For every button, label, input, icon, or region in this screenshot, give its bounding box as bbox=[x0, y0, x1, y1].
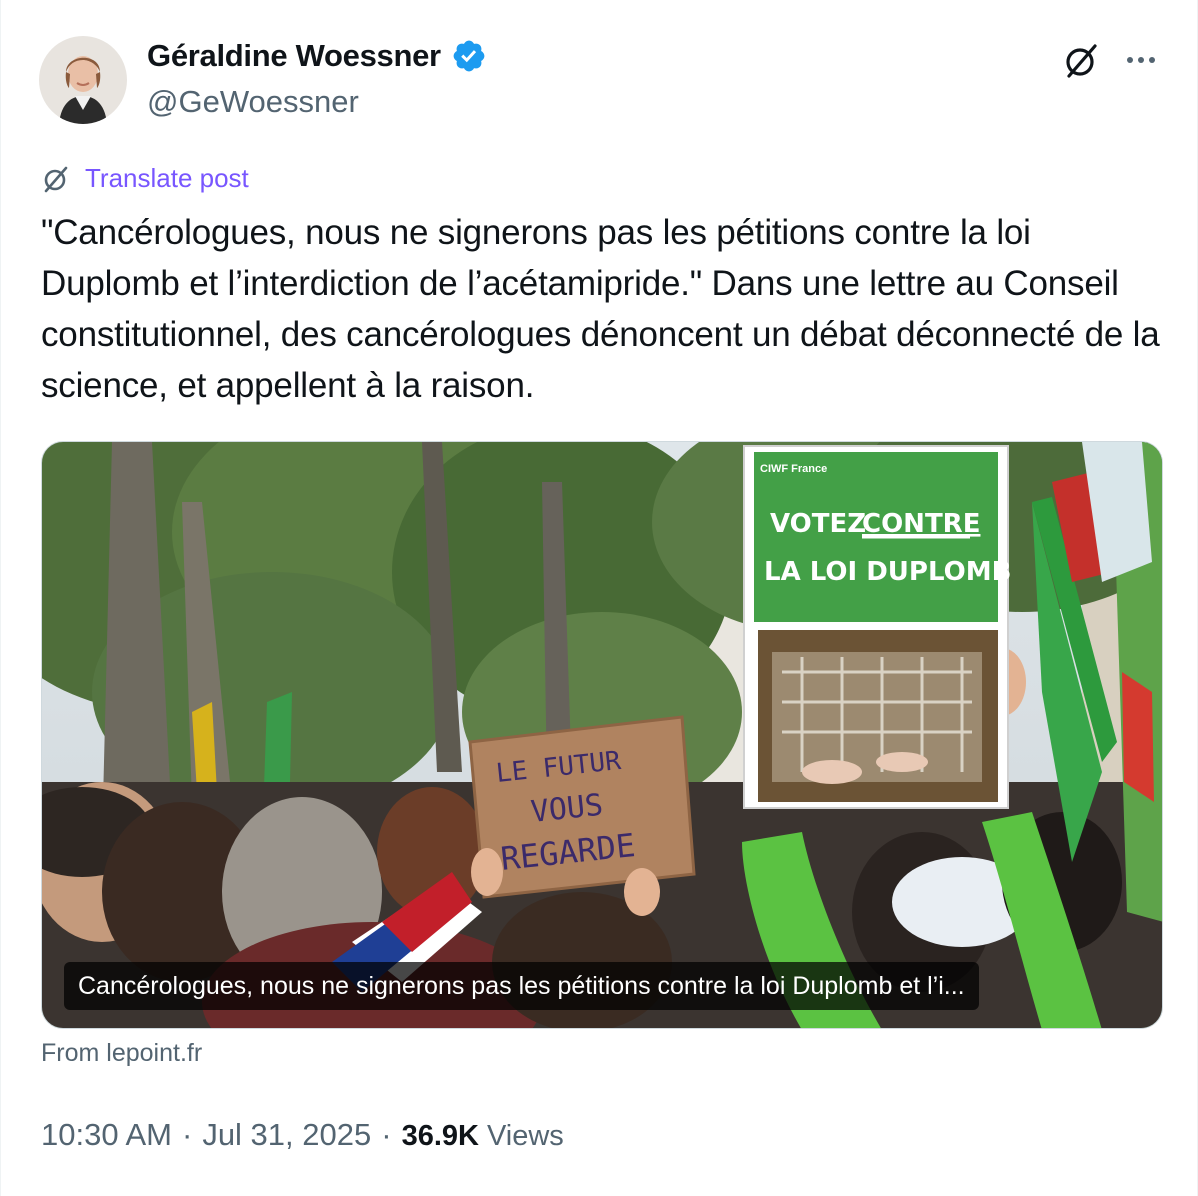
views-count: 36.9K bbox=[401, 1120, 479, 1152]
author-avatar[interactable] bbox=[39, 36, 127, 124]
poster-line-1a: VOTEZ bbox=[770, 509, 866, 539]
green-poster-sign: CIWF France VOTEZ CONTRE LA LOI DUPLOMB bbox=[743, 445, 1011, 809]
author-name-row: Géraldine Woessner bbox=[147, 38, 487, 74]
more-horizontal-icon[interactable] bbox=[1123, 46, 1159, 74]
link-card[interactable]: LE FUTUR VOUS REGARDE CIWF France VOTEZ … bbox=[41, 441, 1163, 1029]
avatar-image bbox=[39, 36, 127, 124]
post-time[interactable]: 10:30 AM bbox=[41, 1117, 172, 1153]
post-text: "Cancérologues, nous ne signerons pas le… bbox=[41, 213, 1170, 405]
card-image: LE FUTUR VOUS REGARDE CIWF France VOTEZ … bbox=[42, 442, 1162, 1028]
meta-separator: · bbox=[181, 1117, 193, 1152]
poster-line-1b: CONTRE bbox=[862, 509, 980, 539]
card-caption: Cancérologues, nous ne signerons pas les… bbox=[64, 962, 979, 1010]
card-source-link[interactable]: From lepoint.fr bbox=[41, 1039, 202, 1068]
post-container: Géraldine Woessner @GeWoessner Translate… bbox=[0, 0, 1198, 1196]
post-date[interactable]: Jul 31, 2025 bbox=[202, 1117, 371, 1153]
poster-logo: CIWF France bbox=[760, 463, 827, 475]
translate-icon bbox=[44, 166, 68, 192]
author-handle[interactable]: @GeWoessner bbox=[147, 84, 359, 120]
meta-separator: · bbox=[381, 1117, 392, 1152]
translate-label: Translate post bbox=[85, 163, 249, 193]
translate-post-link[interactable]: Translate post bbox=[41, 163, 249, 194]
poster-line-2: LA LOI DUPLOMB bbox=[764, 557, 1011, 587]
post-meta: 10:30 AM · Jul 31, 2025 · 36.9K Views bbox=[41, 1117, 564, 1153]
grok-slash-icon[interactable] bbox=[1061, 40, 1103, 82]
views-label: Views bbox=[486, 1120, 564, 1152]
author-name[interactable]: Géraldine Woessner bbox=[147, 38, 441, 74]
verified-badge-icon[interactable] bbox=[451, 38, 487, 74]
